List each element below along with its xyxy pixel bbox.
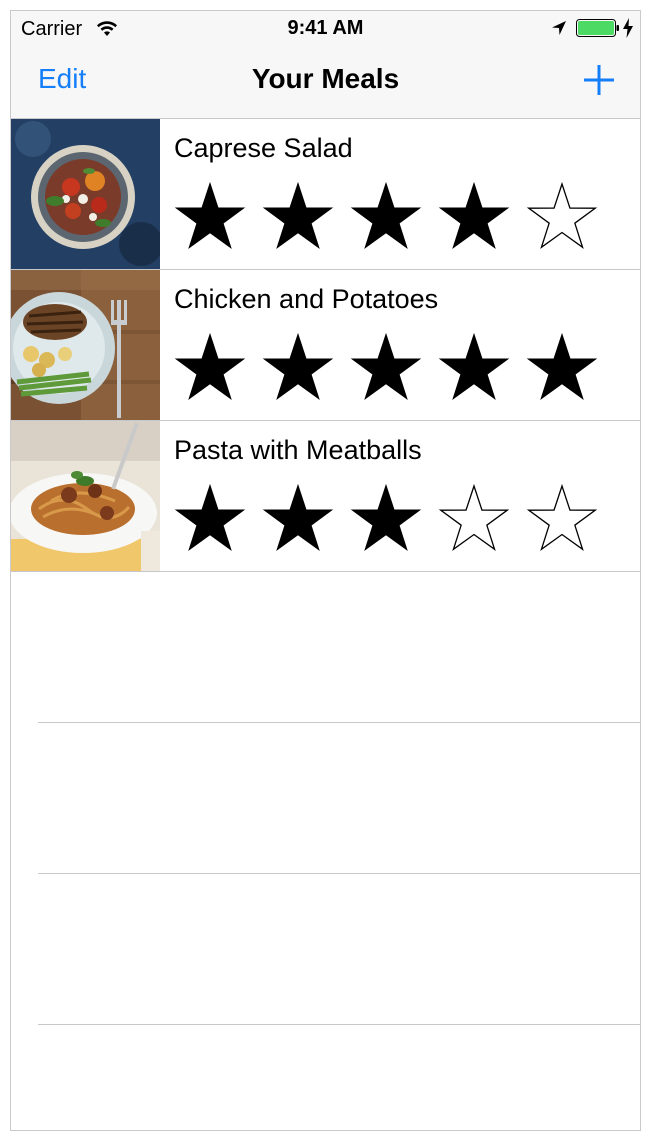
empty-star-icon[interactable] xyxy=(526,181,598,253)
status-time: 9:41 AM xyxy=(287,17,364,39)
row-separator xyxy=(38,873,640,874)
filled-star-icon[interactable] xyxy=(526,332,598,404)
filled-star-icon[interactable] xyxy=(174,483,246,555)
filled-star-icon[interactable] xyxy=(262,332,334,404)
location-arrow-icon xyxy=(552,21,566,35)
empty-star-icon[interactable] xyxy=(438,483,510,555)
filled-star-icon[interactable] xyxy=(174,181,246,253)
filled-star-icon[interactable] xyxy=(438,181,510,253)
filled-star-icon[interactable] xyxy=(262,483,334,555)
meal-name: Chicken and Potatoes xyxy=(174,284,439,314)
phone-screen: Carrier 9:41 AM Edit Your Meals Caprese … xyxy=(10,10,641,1131)
filled-star-icon[interactable] xyxy=(262,181,334,253)
meal-list: Caprese Salad Chicken and Potatoes Pasta… xyxy=(11,119,640,572)
meal-row[interactable]: Caprese Salad xyxy=(11,119,640,270)
meal-name: Caprese Salad xyxy=(174,133,353,163)
filled-star-icon[interactable] xyxy=(438,332,510,404)
status-bar: Carrier 9:41 AM xyxy=(11,11,640,47)
empty-star-icon[interactable] xyxy=(526,483,598,555)
chicken-potatoes-photo xyxy=(11,270,160,420)
charging-bolt-icon xyxy=(623,18,633,38)
row-separator xyxy=(38,722,640,723)
row-separator xyxy=(38,1024,640,1025)
meal-row[interactable]: Pasta with Meatballs xyxy=(11,421,640,572)
meal-name: Pasta with Meatballs xyxy=(174,435,422,465)
battery-icon xyxy=(576,19,619,37)
caprese-salad-photo xyxy=(11,119,160,269)
filled-star-icon[interactable] xyxy=(350,483,422,555)
filled-star-icon[interactable] xyxy=(174,332,246,404)
meal-row[interactable]: Chicken and Potatoes xyxy=(11,270,640,421)
page-title: Your Meals xyxy=(251,63,400,94)
pasta-meatballs-photo xyxy=(11,421,160,571)
plus-icon[interactable] xyxy=(581,62,617,98)
filled-star-icon[interactable] xyxy=(350,181,422,253)
filled-star-icon[interactable] xyxy=(350,332,422,404)
navigation-bar: Edit Your Meals xyxy=(11,47,640,119)
